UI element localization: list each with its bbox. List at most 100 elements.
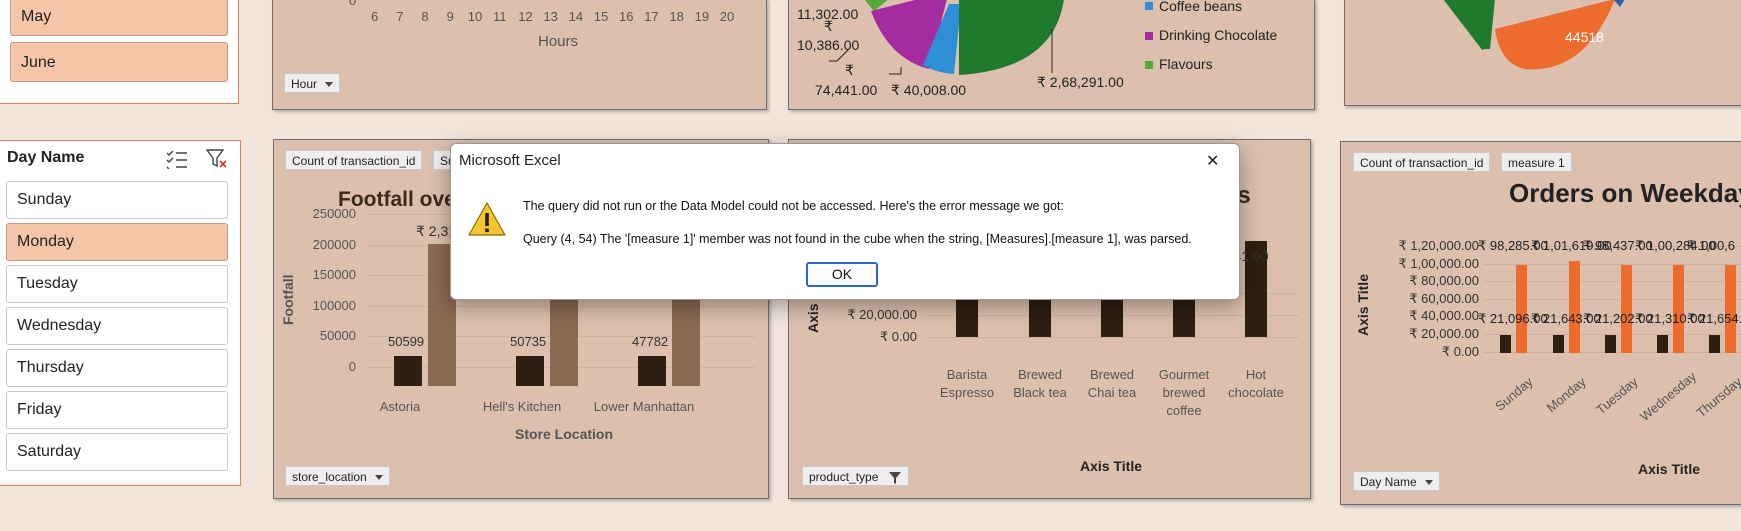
pie-label: ₹ [845, 62, 854, 78]
x-tick-label: 14 [568, 9, 584, 24]
x-tick-label: Brewed Chai tea [1087, 367, 1137, 400]
ok-button[interactable]: OK [806, 262, 878, 287]
slicer-item-wednesday[interactable]: Wednesday [6, 307, 228, 345]
x-axis-title: Store Location [515, 426, 614, 442]
pie-label: ₹ 2,68,291.00 [1037, 74, 1124, 90]
legend-label: Flavours [1159, 56, 1213, 72]
weekday-bar-sum [1569, 261, 1580, 353]
clear-filter-icon[interactable] [205, 148, 229, 170]
weekday-bar-sum [1673, 265, 1684, 353]
y-tick-label: ₹ 20,000.00 [847, 307, 917, 322]
warning-icon [468, 202, 506, 236]
weekday-bar-count [1553, 335, 1564, 353]
weekday-bar-count [1500, 335, 1511, 353]
x-tick-label: Wednesday [1637, 368, 1700, 425]
slicer-item-tuesday[interactable]: Tuesday [6, 265, 228, 303]
x-tick-label: Monday [1543, 374, 1589, 416]
y-tick-label: 100000 [312, 297, 356, 313]
weekday-bar-count [1657, 335, 1668, 353]
close-icon[interactable]: ✕ [1206, 151, 1219, 171]
x-tick-label: 15 [593, 9, 609, 24]
partial-tick: 0 [349, 0, 357, 8]
y-axis-title: Axis Title [1355, 274, 1371, 336]
dialog-message-2: Query (4, 54) The '[measure 1]' member w… [523, 232, 1192, 246]
y-tick-label: ₹ 20,000.00 [1409, 326, 1479, 341]
slicer-item-thursday[interactable]: Thursday [6, 349, 228, 387]
slicer-item-sunday[interactable]: Sunday [6, 181, 228, 219]
pie2-chart [1443, 0, 1625, 70]
x-tick-label: Lower Manhattan [593, 399, 695, 414]
legend-label: Drinking Chocolate [1159, 27, 1278, 43]
pie-chart-panel: 11,302.00 ₹ 10,386.00 ₹ 74,441.00 ₹ 40,0… [788, 0, 1315, 110]
field-button-count-transaction[interactable]: Count of transaction_id [285, 150, 423, 170]
ok-label: OK [831, 266, 853, 282]
error-dialog: Microsoft Excel ✕ The query did not run … [450, 143, 1240, 300]
dropdown-icon [1424, 480, 1433, 486]
bar-count [638, 356, 666, 386]
x-tick-label: 8 [421, 9, 429, 24]
bar-label: 50599 [388, 334, 425, 349]
bar-label: 50735 [510, 334, 547, 349]
weekday-bar-sum [1725, 265, 1736, 353]
legend-swatch [1145, 2, 1153, 10]
day-name-slicer: Day Name Sunday Monday Tuesday Wednesday… [0, 140, 241, 486]
x-tick-label: 7 [396, 9, 404, 24]
y-tick-label: 200000 [312, 236, 356, 252]
field-button-count-transaction[interactable]: Count of transaction_id [1353, 152, 1491, 172]
x-tick-label: Sunday [1492, 374, 1536, 414]
hour-field-button[interactable]: Hour [284, 73, 341, 93]
x-tick-label: Gourmet brewed coffee [1158, 367, 1210, 418]
pie2-label: 44518 [1565, 29, 1604, 45]
slicer-item-may[interactable]: May [10, 0, 228, 36]
slicer-item-june[interactable]: June [10, 42, 228, 82]
chart-title: Orders on Weekday [1509, 178, 1741, 208]
x-tick-label: Brewed Black tea [1013, 367, 1067, 400]
store-location-field-button[interactable]: store_location [285, 466, 390, 486]
bar-count [516, 356, 544, 386]
pie-label: ₹ [824, 18, 833, 34]
bar-label: 47782 [632, 334, 669, 349]
product-type-field-button[interactable]: product_type [802, 466, 909, 486]
pie-label: ₹ 40,008.00 [891, 82, 967, 98]
month-slicer: May June [0, 0, 239, 104]
bar-count [394, 356, 422, 386]
slicer-title: Day Name [7, 149, 85, 166]
slicer-item-monday[interactable]: Monday [6, 223, 228, 261]
y-tick-label: ₹ 1,00,000.00 [1398, 255, 1479, 271]
x-tick-label: 18 [669, 9, 684, 24]
pie-slice-coffee [959, 0, 1064, 75]
slicer-item-friday[interactable]: Friday [6, 391, 228, 429]
x-tick-label: 13 [543, 9, 558, 24]
x-tick-label: 20 [719, 9, 735, 24]
x-axis-title: Axis Title [1080, 458, 1142, 474]
legend-swatch [1145, 61, 1153, 69]
multi-select-icon[interactable] [165, 149, 189, 169]
filter-icon [888, 471, 901, 484]
field-button-measure[interactable]: measure 1 [1501, 152, 1572, 172]
y-tick-label: 150000 [312, 267, 356, 283]
dialog-title: Microsoft Excel [459, 152, 561, 169]
x-tick-label: 17 [644, 9, 659, 24]
x-tick-label: 6 [371, 9, 379, 24]
pie-label: 10,386.00 [797, 37, 860, 53]
day-name-field-button[interactable]: Day Name [1353, 471, 1440, 491]
pie2-slice-green [1443, 0, 1495, 51]
x-tick-label: Barista Espresso [939, 367, 995, 400]
y-tick-label: ₹ 0.00 [1441, 343, 1479, 359]
y-tick-label: ₹ 80,000.00 [1409, 273, 1479, 289]
low-bar-label: ₹ 21,654.0 [1687, 311, 1741, 326]
x-tick-label: 9 [446, 9, 454, 24]
dialog-message-1: The query did not run or the Data Model … [523, 199, 1064, 213]
x-tick-label: 10 [467, 9, 483, 24]
legend-swatch [1145, 32, 1153, 40]
top-bar-label: ₹ 1,00,6 [1687, 238, 1736, 253]
x-tick-label: Astoria [379, 399, 421, 414]
leader-line [889, 67, 902, 75]
hour-chart-panel: 0 6 7 8 9 10 11 12 13 14 15 16 17 18 19 20 Hours Hour [272, 0, 767, 110]
weekday-chart-panel: Count of transaction_id measure 1 Orders… [1340, 141, 1741, 505]
y-tick-label: ₹ 1,20,000.00 [1398, 238, 1479, 253]
pie2-slice-blue [1613, 0, 1625, 7]
slicer-item-saturday[interactable]: Saturday [6, 433, 228, 471]
x-tick-label: 16 [619, 9, 634, 24]
dropdown-icon [325, 82, 334, 88]
